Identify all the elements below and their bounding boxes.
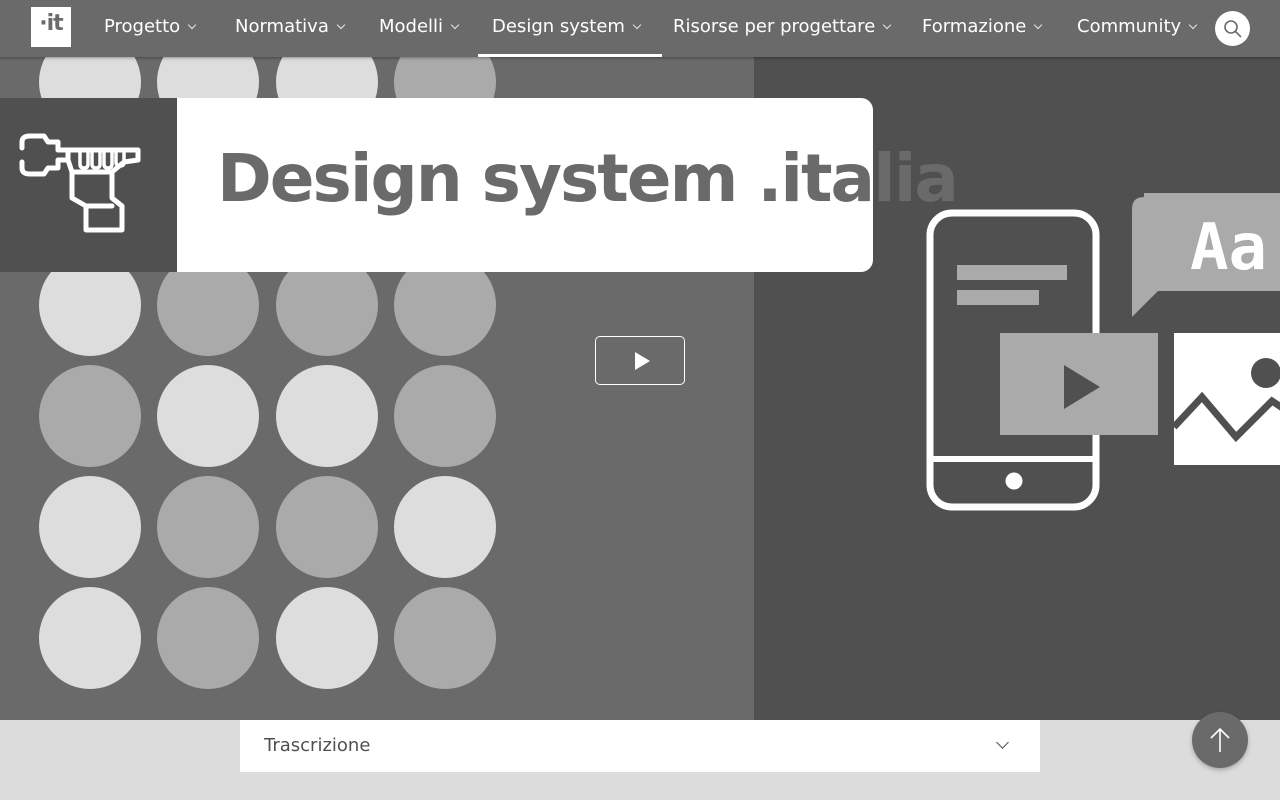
decorative-circle	[157, 476, 259, 578]
nav-item-label: Modelli	[379, 16, 444, 37]
decorative-circle	[276, 587, 378, 689]
chevron-down-icon	[632, 20, 642, 30]
transcript-accordion[interactable]: Trascrizione	[240, 720, 1040, 772]
main-navbar: ·it Progetto Normativa Modelli Design sy…	[0, 0, 1280, 57]
video-icon	[1000, 333, 1158, 435]
decorative-circle	[157, 365, 259, 467]
chevron-down-icon	[450, 20, 460, 30]
site-logo[interactable]: ·it	[31, 7, 71, 47]
nav-item-risorse[interactable]: Risorse per progettare	[673, 0, 892, 57]
decorative-circle	[394, 365, 496, 467]
arrow-up-icon	[1210, 727, 1230, 752]
chevron-down-icon	[187, 20, 197, 30]
nav-item-design-system[interactable]: Design system	[478, 0, 662, 57]
nav-item-label: Community	[1077, 16, 1182, 37]
nav-item-normativa[interactable]: Normativa	[235, 0, 346, 57]
wrench-hand-icon	[19, 133, 141, 233]
transcript-label: Trascrizione	[264, 735, 371, 756]
chevron-down-icon	[1034, 20, 1043, 30]
bubble-text: Aa	[1190, 211, 1267, 285]
nav-item-progetto[interactable]: Progetto	[104, 0, 197, 57]
logo-text: ·it	[39, 11, 63, 36]
decorative-circle	[394, 476, 496, 578]
decorative-circle	[39, 476, 141, 578]
nav-item-label: Design system	[492, 16, 625, 37]
page-title: Design system .italia	[217, 140, 959, 217]
nav-item-label: Risorse per progettare	[673, 16, 876, 37]
play-icon	[635, 352, 650, 370]
speech-bubble-icon: Aa	[1132, 193, 1280, 317]
chevron-down-icon	[1188, 20, 1198, 30]
decorative-circle	[157, 587, 259, 689]
hero-section: Design system .italia Aa	[0, 57, 1280, 720]
decorative-circle	[39, 365, 141, 467]
search-button[interactable]	[1215, 11, 1250, 46]
decorative-circle	[394, 587, 496, 689]
nav-item-modelli[interactable]: Modelli	[379, 0, 460, 57]
nav-item-label: Normativa	[235, 16, 329, 37]
design-system-illustration: Aa	[926, 193, 1280, 511]
video-play-button[interactable]	[595, 336, 685, 385]
decorative-circle	[276, 365, 378, 467]
nav-item-label: Formazione	[922, 16, 1027, 37]
decorative-circle	[39, 587, 141, 689]
image-icon	[1171, 333, 1280, 465]
hero-title-card: Design system .italia	[0, 98, 959, 272]
title-icon-panel	[0, 98, 177, 272]
decorative-circle	[276, 476, 378, 578]
chevron-down-icon	[336, 20, 346, 30]
chevron-down-icon	[883, 20, 892, 30]
chevron-down-icon	[996, 736, 1009, 749]
nav-item-label: Progetto	[104, 16, 181, 37]
nav-item-formazione[interactable]: Formazione	[922, 0, 1043, 57]
search-icon	[1224, 20, 1242, 38]
back-to-top-button[interactable]	[1192, 712, 1248, 768]
nav-item-community[interactable]: Community	[1077, 0, 1198, 57]
